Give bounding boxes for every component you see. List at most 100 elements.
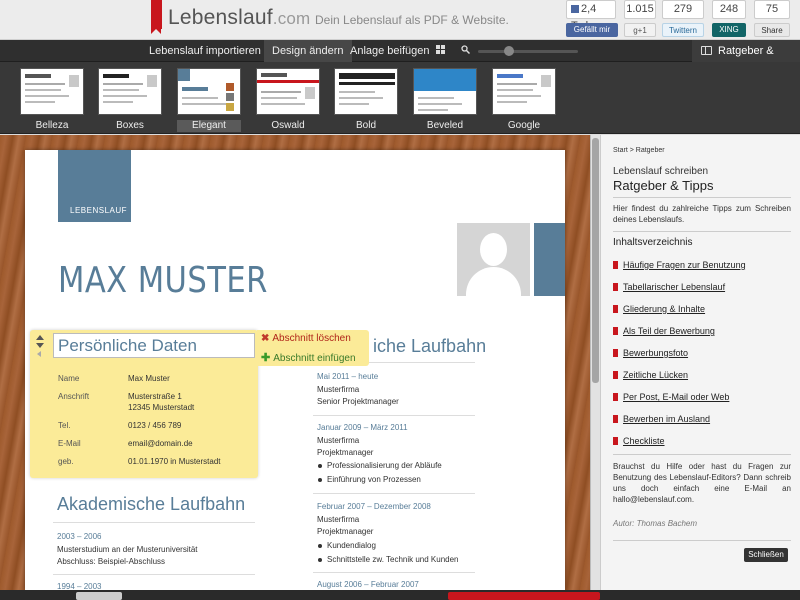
scrollbar-thumb[interactable] <box>592 138 599 383</box>
toc-item[interactable]: Bewerben im Ausland <box>613 414 710 424</box>
toc-item[interactable]: Per Post, E-Mail oder Web <box>613 392 729 402</box>
template-thumbnail <box>98 68 162 115</box>
close-sidebar-button[interactable]: Schließen <box>744 548 788 562</box>
design-change-button[interactable]: Design ändern <box>264 40 352 62</box>
breadcrumb[interactable]: Start > Ratgeber <box>613 147 665 154</box>
template-beveled[interactable]: Beveled <box>413 68 477 132</box>
template-name: Oswald <box>271 120 305 131</box>
logo-main: Lebenslauf <box>168 6 273 29</box>
sidebar-subtitle: Lebenslauf schreiben <box>613 166 709 177</box>
grid-view-button[interactable] <box>428 40 452 62</box>
personal-value[interactable]: Max Muster <box>128 373 170 384</box>
gplus-count: 1.015 <box>624 0 656 19</box>
academic-text: Abschluss: Beispiel-Abschluss <box>57 557 166 566</box>
career-company: Musterfirma <box>317 385 360 394</box>
template-bold[interactable]: Bold <box>334 68 398 132</box>
personal-label: Name <box>58 374 80 383</box>
bookmark-icon <box>613 415 618 423</box>
career-bullet: Schnittstelle zw. Technik und Kunden <box>317 554 459 566</box>
facebook-like-button[interactable]: Gefällt mir <box>566 23 618 37</box>
move-up-icon[interactable] <box>36 335 44 340</box>
divider <box>613 540 791 541</box>
template-belleza[interactable]: Belleza <box>20 68 84 132</box>
template-thumbnail <box>177 68 241 115</box>
linkedin-share-button[interactable]: Share <box>754 23 790 37</box>
personal-value[interactable]: Musterstraße 1 <box>128 391 182 402</box>
move-left-icon[interactable] <box>37 351 41 357</box>
toc-item[interactable]: Häufige Fragen zur Benutzung <box>613 260 746 270</box>
import-label: Lebenslauf importieren <box>149 45 261 57</box>
toc-item[interactable]: Bewerbungsfoto <box>613 348 688 358</box>
section-title-input[interactable] <box>53 333 255 358</box>
toc-item-label: Tabellarischer Lebenslauf <box>623 282 726 292</box>
divider <box>53 574 255 575</box>
template-google[interactable]: Google <box>492 68 556 132</box>
toc-item-label: Checkliste <box>623 436 665 446</box>
close-icon: ✖ <box>261 333 270 344</box>
move-down-icon[interactable] <box>36 343 44 348</box>
twitter-button[interactable]: Twittern <box>662 23 704 37</box>
sidebar-intro: Hier findest du zahlreiche Tipps zum Sch… <box>613 204 791 224</box>
academic-date: 2003 – 2006 <box>57 532 102 541</box>
template-elegant[interactable]: Elegant <box>177 68 241 132</box>
career-role: Projektmanager <box>317 448 374 457</box>
cv-label-box: LEBENSLAUF <box>58 150 131 222</box>
career-bullet: Kundendialog <box>317 540 376 552</box>
logo[interactable]: Lebenslauf.com <box>168 6 310 30</box>
academic-text: Musterstudium an der Musteruniversität <box>57 545 198 554</box>
bottom-button[interactable] <box>76 592 122 600</box>
toc-item[interactable]: Als Teil der Bewerbung <box>613 326 715 336</box>
toc-item[interactable]: Checkliste <box>613 436 665 446</box>
career-date: Mai 2011 – heute <box>317 372 379 381</box>
career-section-title[interactable]: iche Laufbahn <box>373 336 486 357</box>
template-name: Elegant <box>177 120 241 132</box>
toc-heading: Inhaltsverzeichnis <box>613 237 693 248</box>
logo-domain: .com <box>272 9 311 28</box>
magnifier-icon <box>461 45 471 55</box>
template-oswald[interactable]: Oswald <box>256 68 320 132</box>
logo-bookmark-icon <box>151 0 162 34</box>
import-menu[interactable]: Lebenslauf importieren <box>141 40 282 62</box>
toc-item-label: Als Teil der Bewerbung <box>623 326 715 336</box>
bottom-action-button[interactable] <box>448 592 600 600</box>
toc-item[interactable]: Tabellarischer Lebenslauf <box>613 282 725 292</box>
accent-bar <box>534 223 565 296</box>
academic-section-title[interactable]: Akademische Laufbahn <box>57 494 245 515</box>
toc-item[interactable]: Zeitliche Lücken <box>613 370 688 380</box>
bottom-bar <box>0 590 800 600</box>
xing-button[interactable]: XING <box>712 23 746 37</box>
template-thumbnail <box>413 68 477 115</box>
bookmark-icon <box>613 393 618 401</box>
zoom-slider-track[interactable] <box>478 50 578 53</box>
editor-toolbar: Lebenslauf importieren Design ändern Anl… <box>0 40 800 79</box>
divider <box>313 415 475 416</box>
cv-name[interactable]: MAX MUSTER <box>58 260 268 301</box>
delete-section-label: Abschnitt löschen <box>272 333 351 344</box>
template-boxes[interactable]: Boxes <box>98 68 162 132</box>
personal-value[interactable]: 12345 Musterstadt <box>128 402 194 413</box>
template-name: Beveled <box>426 120 464 131</box>
career-date: Januar 2009 – März 2011 <box>317 423 408 432</box>
tips-button[interactable]: Ratgeber & Tipps <box>692 40 800 79</box>
zoom-button[interactable] <box>456 40 476 62</box>
zoom-slider-handle[interactable] <box>504 46 514 56</box>
book-icon <box>701 46 712 55</box>
career-bullet: Einführung von Prozessen <box>317 474 421 486</box>
personal-value[interactable]: 0123 / 456 789 <box>128 420 181 431</box>
career-date: August 2006 – Februar 2007 <box>317 580 419 589</box>
profile-photo-placeholder[interactable] <box>457 223 530 296</box>
toc-item-label: Bewerbungsfoto <box>623 348 689 358</box>
toc-item[interactable]: Gliederung & Inhalte <box>613 304 705 314</box>
delete-section-button[interactable]: ✖ Abschnitt löschen <box>261 333 351 344</box>
divider <box>53 522 255 523</box>
canvas-scrollbar[interactable] <box>590 135 600 590</box>
insert-section-button[interactable]: ✚ Abschnitt einfügen <box>261 351 356 364</box>
attach-button[interactable]: Anlage beifügen <box>342 40 438 62</box>
personal-value[interactable]: 01.01.1970 in Musterstadt <box>128 456 221 467</box>
toc-item-label: Bewerben im Ausland <box>623 414 711 424</box>
personal-value[interactable]: email@domain.de <box>128 438 193 449</box>
divider <box>613 197 791 198</box>
gplus-button[interactable]: g+1 <box>624 23 656 37</box>
personal-label: Tel. <box>58 421 71 430</box>
plus-icon: ✚ <box>261 352 271 364</box>
